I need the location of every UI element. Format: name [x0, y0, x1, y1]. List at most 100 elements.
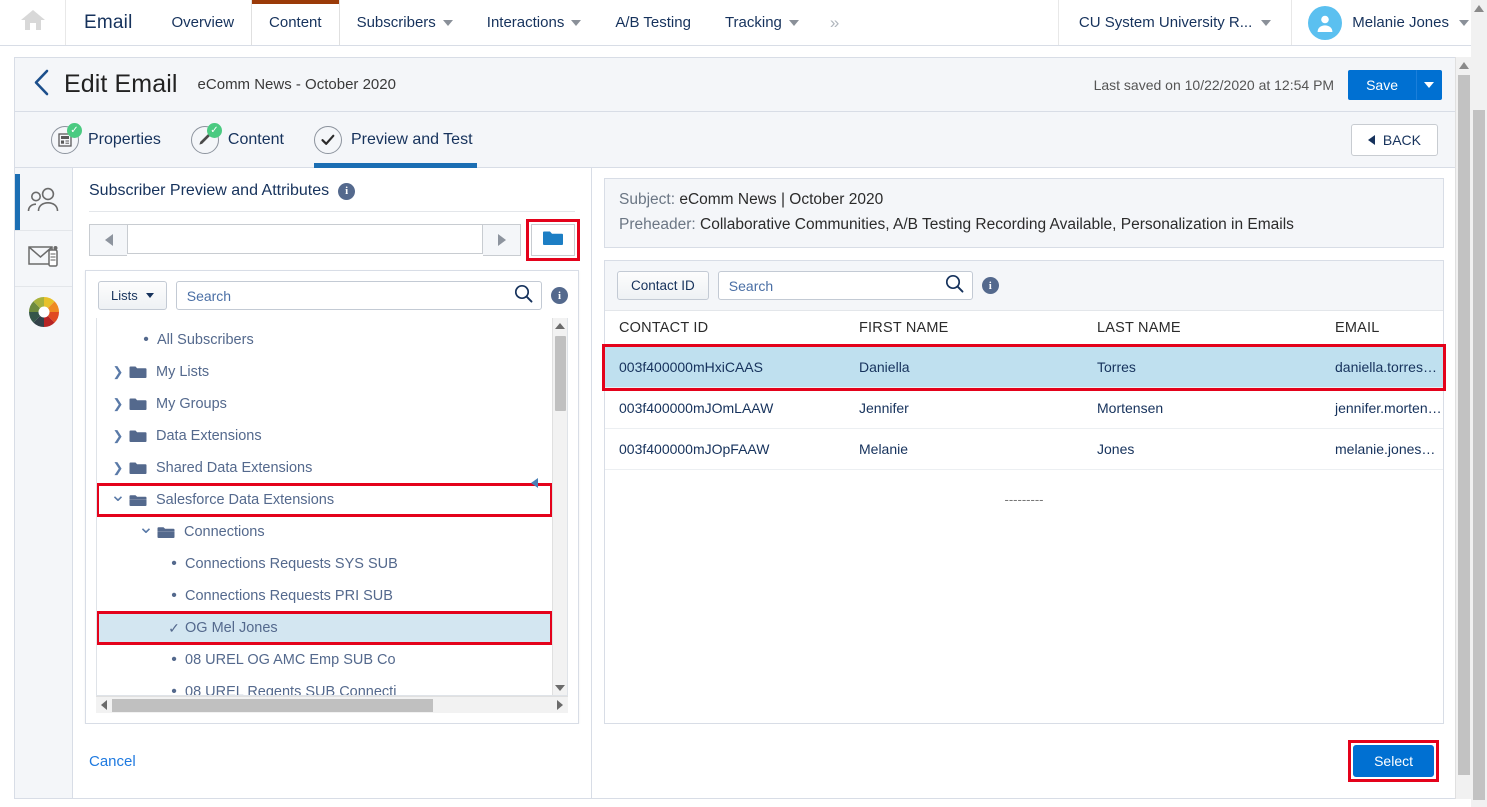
- tree-item[interactable]: ⌄ Salesforce Data Extensions: [97, 483, 552, 517]
- picker-footer-right: Select: [592, 724, 1456, 798]
- tree-item[interactable]: ❯ Data Extensions: [97, 420, 552, 452]
- rail-item-email-test[interactable]: [15, 230, 72, 286]
- column-header-first-name[interactable]: FIRST NAME: [845, 311, 1083, 347]
- org-selector[interactable]: CU System University R...: [1057, 0, 1293, 45]
- picker-search-box[interactable]: [175, 281, 542, 310]
- tree-item[interactable]: • All Subscribers: [97, 324, 552, 356]
- next-subscriber-button[interactable]: [483, 224, 521, 256]
- select-button[interactable]: Select: [1353, 745, 1434, 777]
- page-header: Edit Email eComm News - October 2020 Las…: [15, 58, 1456, 112]
- previous-subscriber-button[interactable]: [89, 224, 127, 256]
- info-icon[interactable]: i: [551, 287, 568, 304]
- check-icon: ✓: [67, 122, 82, 138]
- preview-panel: Subscriber Preview and Attributes i List…: [73, 168, 1456, 798]
- search-icon[interactable]: [945, 274, 964, 298]
- back-button[interactable]: BACK: [1350, 123, 1438, 156]
- browse-folder-wrap: [526, 219, 580, 261]
- results-search-box[interactable]: [717, 271, 973, 300]
- rail-item-subscribers[interactable]: [15, 174, 72, 230]
- chevron-right-icon[interactable]: ❯: [107, 428, 129, 444]
- chevron-right-icon[interactable]: ❯: [107, 396, 129, 412]
- cancel-button[interactable]: Cancel: [89, 753, 136, 770]
- tree-vertical-scrollbar[interactable]: [552, 318, 567, 695]
- tree-item[interactable]: • 08 UREL OG AMC Emp SUB Co: [97, 644, 552, 676]
- scrollbar-track[interactable]: [112, 698, 552, 712]
- nav-overflow-button[interactable]: »: [816, 0, 853, 45]
- tree-item[interactable]: ❯ Shared Data Extensions: [97, 452, 552, 484]
- subscriber-input[interactable]: [127, 224, 483, 254]
- tree-item[interactable]: ⌄ Connections: [97, 516, 552, 548]
- cell-first-name: Melanie: [845, 428, 1083, 470]
- save-dropdown-button[interactable]: [1416, 69, 1442, 100]
- info-icon[interactable]: i: [981, 277, 999, 294]
- scrollbar-thumb[interactable]: [1473, 110, 1485, 800]
- inner-page-scrollbar[interactable]: [1455, 57, 1471, 799]
- scroll-right-button[interactable]: [552, 700, 568, 710]
- column-resize-handle[interactable]: [527, 464, 541, 502]
- tree-horizontal-scrollbar[interactable]: [96, 696, 568, 713]
- column-header-contact-id[interactable]: CONTACT ID: [605, 311, 845, 347]
- brand-label: Email: [84, 11, 133, 33]
- back-button-label: BACK: [1382, 131, 1421, 148]
- subject-value: eComm News | October 2020: [679, 191, 884, 208]
- results-search-input[interactable]: [728, 277, 945, 294]
- tree-item-label: 08 UREL OG AMC Emp SUB Co: [185, 652, 396, 668]
- tab-label: Properties: [88, 130, 161, 148]
- table-row[interactable]: 003f400000mHxiCAAS Daniella Torres daniella…: [602, 343, 1446, 391]
- user-menu[interactable]: Melanie Jones: [1292, 0, 1487, 45]
- tree-item[interactable]: ❯ My Lists: [97, 356, 552, 388]
- column-header-email[interactable]: EMAIL: [1321, 311, 1443, 347]
- tree-item[interactable]: ❯ My Groups: [97, 388, 552, 420]
- subject-line: Subject: eComm News | October 2020: [619, 191, 1429, 209]
- back-arrow-icon[interactable]: [33, 69, 50, 101]
- nav-item-content[interactable]: Content: [251, 0, 340, 45]
- chevron-right-icon[interactable]: ❯: [107, 364, 129, 380]
- scrollbar-thumb[interactable]: [1458, 75, 1470, 775]
- info-icon[interactable]: i: [338, 182, 356, 200]
- scroll-left-button[interactable]: [96, 700, 112, 710]
- nav-item-interactions[interactable]: Interactions: [470, 0, 599, 45]
- cell-contact-id: 003f400000mJOmLAAW: [605, 387, 845, 429]
- scroll-up-button[interactable]: [1471, 0, 1487, 16]
- home-button[interactable]: [0, 0, 66, 45]
- window-scrollbar[interactable]: [1471, 0, 1487, 807]
- picker-search-input[interactable]: [186, 287, 514, 304]
- table-row[interactable]: 003f400000mJOmLAAW Jennifer Mortensen jenni…: [605, 387, 1443, 429]
- cell-email: melanie.jones@cu.edu: [1321, 428, 1443, 470]
- tree-item[interactable]: • Connections Requests PRI SUB: [97, 580, 552, 612]
- tab-preview-and-test[interactable]: Preview and Test: [313, 112, 503, 168]
- tab-properties[interactable]: ✓ Properties: [51, 112, 191, 168]
- tree-item-label: 08 UREL Regents SUB Connecti: [185, 684, 397, 695]
- nav-item-label: Subscribers: [356, 14, 436, 31]
- scroll-up-button[interactable]: [1456, 57, 1471, 73]
- tree-item[interactable]: • Connections Requests SYS SUB: [97, 548, 552, 580]
- panel-columns: Subscriber Preview and Attributes i List…: [73, 168, 1456, 798]
- folder-tree[interactable]: • All Subscribers ❯ My Lists ❯ My Groups ❯ Data…: [97, 318, 552, 695]
- nav-item-subscribers[interactable]: Subscribers: [340, 0, 470, 45]
- nav-item-label: Interactions: [486, 14, 565, 31]
- nav-item-ab-testing[interactable]: A/B Testing: [598, 0, 708, 45]
- scroll-up-button[interactable]: [553, 318, 567, 333]
- lists-filter-button[interactable]: Lists: [98, 281, 167, 310]
- table-row[interactable]: 003f400000mJOpFAAW Melanie Jones melanie.jo…: [605, 428, 1443, 470]
- tree-item[interactable]: • 08 UREL Regents SUB Connecti: [97, 676, 552, 696]
- scrollbar-thumb[interactable]: [555, 336, 566, 411]
- contact-id-filter-button[interactable]: Contact ID: [617, 271, 709, 300]
- tab-content[interactable]: ✓ Content: [190, 112, 314, 168]
- browse-folder-button[interactable]: [526, 219, 580, 261]
- nav-item-overview[interactable]: Overview: [155, 0, 252, 45]
- save-button[interactable]: Save: [1348, 69, 1416, 100]
- chevron-right-icon[interactable]: ❯: [107, 460, 129, 476]
- column-header-last-name[interactable]: LAST NAME: [1083, 311, 1321, 347]
- step-tabs: ✓ Properties ✓ Content Preview and Test …: [15, 112, 1456, 168]
- folder-picker-dialog: Lists i: [85, 270, 579, 724]
- chevron-down-icon: [788, 19, 799, 26]
- nav-items: Overview Content Subscribers Interaction…: [155, 0, 854, 45]
- nav-item-tracking[interactable]: Tracking: [708, 0, 816, 45]
- scrollbar-thumb[interactable]: [112, 698, 434, 712]
- rail-item-color-wheel[interactable]: [15, 286, 72, 342]
- scroll-down-button[interactable]: [553, 680, 567, 695]
- subject-label: Subject:: [619, 191, 676, 208]
- tree-item[interactable]: ✓ OG Mel Jones: [97, 611, 552, 645]
- search-icon[interactable]: [514, 284, 533, 308]
